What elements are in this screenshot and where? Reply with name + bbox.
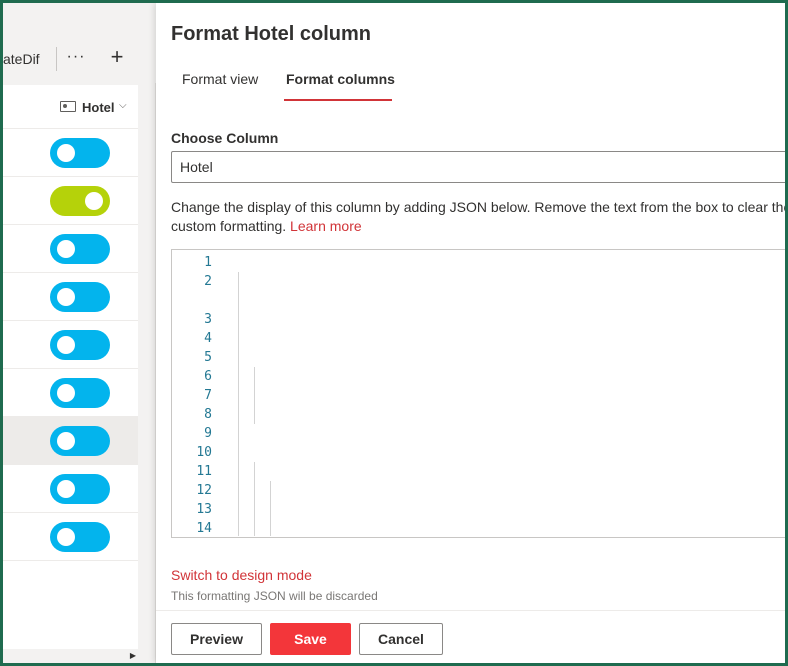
line-number: 7 [204, 388, 212, 403]
divider [56, 47, 57, 71]
line-number: 6 [204, 369, 212, 384]
more-options-icon[interactable]: ··· [65, 47, 87, 71]
toggle-pill [50, 138, 110, 168]
json-code-editor[interactable]: 1 2 3 4 5 6 7 8 9 10 11 12 13 14 [171, 249, 785, 538]
list-row[interactable] [3, 321, 138, 369]
app-frame: ateDif ··· + Hotel ⌵ ▶ Format Hotel colu… [3, 3, 785, 663]
chevron-down-icon[interactable]: ⌵ [119, 100, 127, 111]
line-number [172, 291, 212, 310]
indent-guide [254, 367, 255, 424]
line-number: 2 [204, 274, 212, 289]
line-number: 8 [204, 407, 212, 422]
discard-note: This formatting JSON will be discarded [171, 589, 378, 603]
toggle-pill [50, 378, 110, 408]
line-number: 14 [196, 521, 212, 536]
horizontal-scrollbar[interactable]: ▶ [3, 649, 138, 663]
preview-button[interactable]: Preview [171, 623, 262, 655]
footer-divider [156, 610, 785, 611]
toggle-knob [57, 288, 75, 306]
view-tabs-bar: ateDif ··· + [3, 3, 156, 83]
line-number: 13 [196, 502, 212, 517]
toggle-knob [57, 432, 75, 450]
toggle-knob [57, 336, 75, 354]
toggle-pill [50, 426, 110, 456]
description-body: Change the display of this column by add… [171, 199, 785, 234]
line-number: 10 [196, 445, 212, 460]
column-header-label: Hotel [82, 100, 115, 115]
list-row[interactable] [3, 417, 138, 465]
list-row[interactable] [3, 273, 138, 321]
toggle-knob [57, 144, 75, 162]
line-number: 11 [196, 464, 212, 479]
format-column-panel: Format Hotel column Format view Format c… [156, 3, 785, 663]
description-text: Change the display of this column by add… [171, 198, 785, 236]
toggle-pill [50, 330, 110, 360]
learn-more-link[interactable]: Learn more [290, 218, 362, 234]
tab-format-view[interactable]: Format view [182, 71, 258, 103]
list-row[interactable] [3, 369, 138, 417]
list-row[interactable] [3, 225, 138, 273]
scroll-right-icon[interactable]: ▶ [130, 651, 136, 660]
toggle-knob [85, 192, 103, 210]
choose-column-dropdown[interactable]: Hotel [171, 151, 785, 183]
line-numbers: 1 2 3 4 5 6 7 8 9 10 11 12 13 14 [172, 253, 227, 537]
add-view-icon[interactable]: + [106, 45, 128, 71]
list-row[interactable] [3, 513, 138, 561]
line-number: 5 [204, 350, 212, 365]
list-row[interactable] [3, 129, 138, 177]
list-view: ateDif ··· + Hotel ⌵ ▶ [3, 3, 156, 663]
view-tab-partial[interactable]: ateDif [3, 51, 40, 67]
toggle-pill [50, 522, 110, 552]
toggle-pill [50, 282, 110, 312]
indent-guide [254, 462, 255, 536]
toggle-knob [57, 240, 75, 258]
column-header-hotel[interactable]: Hotel ⌵ [3, 85, 138, 129]
list-row[interactable] [3, 465, 138, 513]
save-button[interactable]: Save [270, 623, 351, 655]
choose-column-label: Choose Column [171, 130, 279, 146]
line-number: 1 [204, 255, 212, 270]
indent-guide [238, 272, 239, 536]
line-number: 9 [204, 426, 212, 441]
list-body: Hotel ⌵ [3, 85, 138, 655]
switch-to-design-mode-link[interactable]: Switch to design mode [171, 567, 312, 583]
toggle-pill [50, 186, 110, 216]
list-row[interactable] [3, 177, 138, 225]
toggle-knob [57, 384, 75, 402]
active-tab-indicator [284, 99, 392, 101]
column-type-icon [60, 101, 76, 112]
line-number: 4 [204, 331, 212, 346]
toggle-knob [57, 528, 75, 546]
cancel-button[interactable]: Cancel [359, 623, 443, 655]
toggle-pill [50, 234, 110, 264]
line-number: 12 [196, 483, 212, 498]
line-number: 3 [204, 312, 212, 327]
indent-guide [270, 481, 271, 536]
panel-title: Format Hotel column [171, 23, 372, 45]
toggle-pill [50, 474, 110, 504]
vertical-scrollbar[interactable] [138, 85, 155, 663]
toggle-knob [57, 480, 75, 498]
